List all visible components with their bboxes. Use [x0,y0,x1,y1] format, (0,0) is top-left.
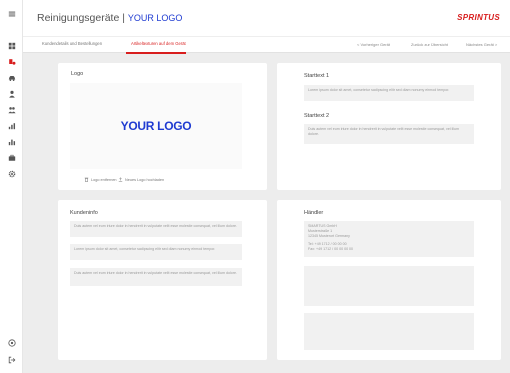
chart-alt-icon[interactable] [0,136,23,148]
trash-icon [84,177,89,182]
starttext-1-field[interactable]: Lorem ipsum dolor sit amet, consetetur s… [304,85,474,101]
active-tab-indicator [126,52,186,54]
help-icon[interactable] [0,337,23,349]
kundeninfo-field-3[interactable]: Duis autem vel eum iriure dolor in hendr… [70,268,242,286]
logo-link[interactable]: YOUR LOGO [128,13,183,23]
car-icon[interactable] [0,72,23,84]
haendler-title: Händler [304,210,324,216]
next-device-link[interactable]: Nächstes Gerät > [466,42,497,47]
starttext-2-title: Starttext 2 [304,113,330,119]
kundeninfo-field-1[interactable]: Duis autem vel eum iriure dolor in hendr… [70,221,242,237]
kundeninfo-field-2[interactable]: Lorem ipsum dolor sit amet, consetetur s… [70,244,242,260]
user-icon[interactable] [0,88,23,100]
remove-logo-label: Logo entfernen [91,177,117,182]
users-icon[interactable] [0,104,23,116]
starttext-2-field[interactable]: Duis autem vel eum iriure dolor in hendr… [304,124,474,144]
tab-kundendetails[interactable]: Kundendetails und Bestellungen [42,41,102,46]
brand-logo: SPRINTUS [457,13,500,22]
prev-device-link[interactable]: < Vorheriger Gerät [357,42,390,47]
haendler-contact-line: Fax: +49 1712 / 00 00 00 00 [308,247,354,251]
logo-panel: Logo YOUR LOGO Logo entfernen Neues Logo… [58,63,267,190]
menu-icon[interactable] [0,8,23,20]
logout-icon[interactable] [0,354,23,366]
upload-logo-button[interactable]: Neues Logo hochladen [118,177,164,182]
kundeninfo-title: Kundeninfo [70,210,98,216]
upload-icon [118,177,123,182]
sidebar [0,0,23,373]
dashboard-icon[interactable] [0,40,23,52]
starttext-panel: Starttext 1 Lorem ipsum dolor sit amet, … [277,63,501,190]
overview-link[interactable]: Zurück zur Übersicht [411,42,448,47]
chart-icon[interactable] [0,120,23,132]
kundeninfo-panel: Kundeninfo Duis autem vel eum iriure dol… [58,200,267,360]
tab-bar: Kundendetails und Bestellungen Artikelte… [23,36,510,54]
logo-preview: YOUR LOGO [70,83,242,169]
gear-icon[interactable] [0,168,23,180]
logo-panel-title: Logo [71,71,84,77]
page-title-text: Reinigungsgeräte | [37,12,128,24]
devices-icon[interactable] [0,56,23,68]
haendler-contact-field[interactable]: SMARTUS GmbH Musterstraße 1 12345 Muster… [304,221,474,257]
haendler-field-3[interactable] [304,313,474,350]
tab-artikeltexturen[interactable]: Artikeltexturen auf dem Gerät [131,41,186,46]
upload-logo-label: Neues Logo hochladen [125,177,165,182]
haendler-field-2[interactable] [304,266,474,306]
header: Reinigungsgeräte | YOUR LOGO SPRINTUS [23,0,510,36]
remove-logo-button[interactable]: Logo entfernen [84,177,117,182]
logo-preview-text: YOUR LOGO [120,119,192,133]
page-title: Reinigungsgeräte | YOUR LOGO [37,12,182,24]
haendler-panel: Händler SMARTUS GmbH Musterstraße 1 1234… [277,200,501,360]
briefcase-icon[interactable] [0,152,23,164]
starttext-1-title: Starttext 1 [304,73,330,79]
